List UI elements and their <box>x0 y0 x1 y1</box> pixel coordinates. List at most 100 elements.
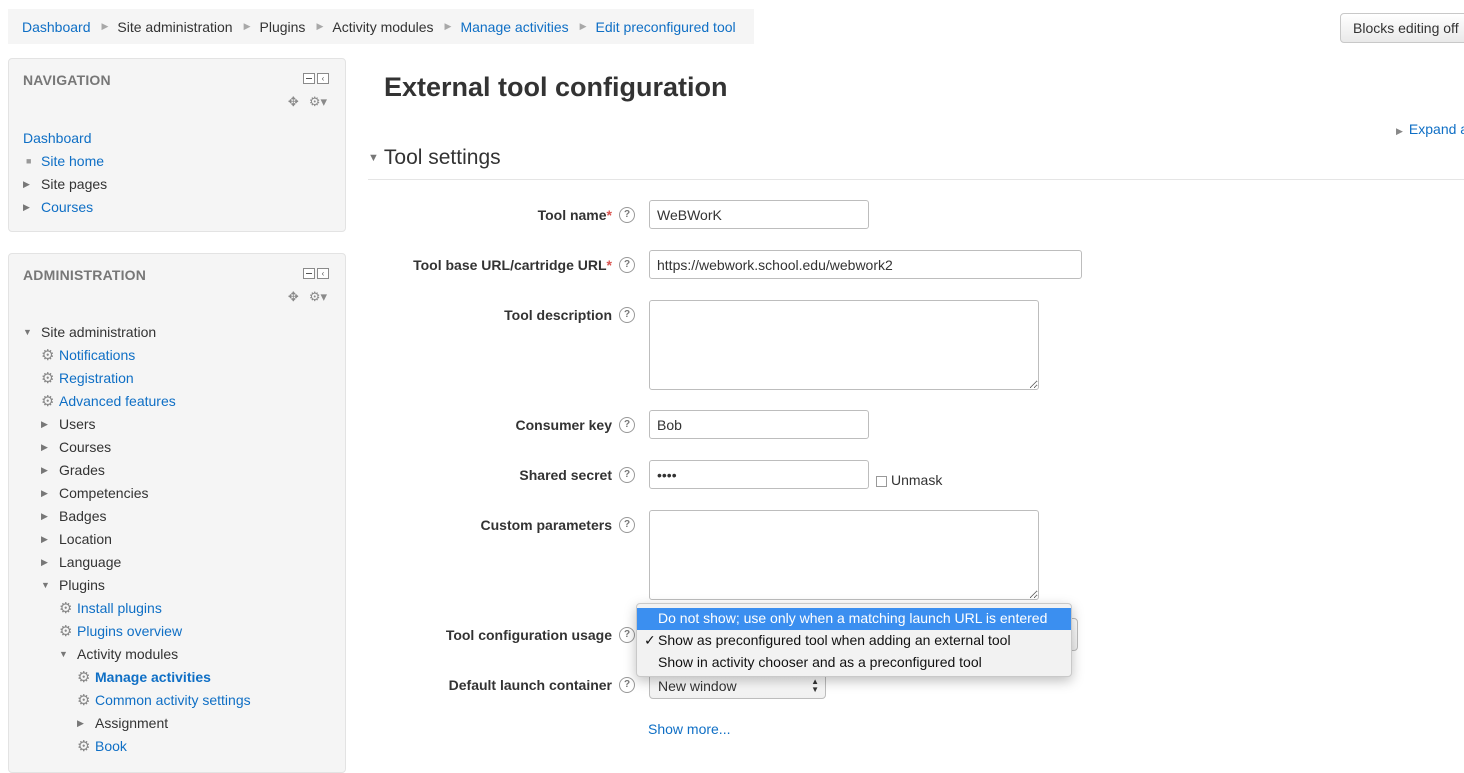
tool-usage-label: Tool configuration usage <box>445 627 612 643</box>
breadcrumb-dashboard[interactable]: Dashboard <box>22 19 91 35</box>
nav-site-pages-label[interactable]: Site pages <box>41 176 107 192</box>
collapse-arrow-icon: ▼ <box>41 580 50 590</box>
nav-courses-label[interactable]: Courses <box>41 199 93 215</box>
help-icon[interactable]: ? <box>619 307 635 323</box>
expand-all-link[interactable]: ▶ Expand a <box>1396 121 1464 137</box>
usage-option-do-not-show[interactable]: Do not show; use only when a matching la… <box>637 608 1071 630</box>
admin-location-label[interactable]: Location <box>59 531 112 547</box>
help-icon[interactable]: ? <box>619 627 635 643</box>
admin-plugins-label[interactable]: Plugins <box>59 577 105 593</box>
chevron-right-icon: ▶ <box>444 21 452 31</box>
help-icon[interactable]: ? <box>619 257 635 273</box>
dock-icon[interactable]: ‹ <box>317 73 329 84</box>
help-icon[interactable]: ? <box>619 417 635 433</box>
admin-book-label[interactable]: Book <box>95 738 127 754</box>
admin-assignment-label[interactable]: Assignment <box>95 715 168 731</box>
admin-notifications[interactable]: ⚙ Notifications <box>41 345 135 365</box>
help-icon[interactable]: ? <box>619 467 635 483</box>
unmask-toggle[interactable]: Unmask <box>876 472 942 488</box>
admin-manage-activities[interactable]: ⚙ Manage activities <box>77 667 211 687</box>
breadcrumb-manage-activities[interactable]: Manage activities <box>460 19 568 35</box>
tool-usage-dropdown[interactable]: Do not show; use only when a matching la… <box>636 603 1072 677</box>
admin-assignment[interactable]: ▶ Assignment <box>77 713 168 733</box>
admin-site-administration[interactable]: ▼ Site administration <box>23 322 156 342</box>
nav-dashboard[interactable]: Dashboard <box>23 128 92 148</box>
shared-secret-input[interactable] <box>649 460 869 489</box>
gear-icon[interactable]: ⚙▾ <box>309 94 327 110</box>
gear-icon[interactable]: ⚙▾ <box>309 289 327 305</box>
move-icon[interactable]: ✥ <box>288 289 299 305</box>
tool-description-textarea[interactable] <box>649 300 1039 390</box>
show-more-link[interactable]: Show more... <box>648 721 730 737</box>
admin-competencies[interactable]: ▶ Competencies <box>41 483 149 503</box>
admin-plugins-overview-label[interactable]: Plugins overview <box>77 623 182 639</box>
admin-install-plugins-label[interactable]: Install plugins <box>77 600 162 616</box>
block-controls: ‹ <box>303 268 329 279</box>
base-url-input[interactable] <box>649 250 1082 279</box>
admin-plugins[interactable]: ▼ Plugins <box>41 575 105 595</box>
breadcrumb-edit-tool[interactable]: Edit preconfigured tool <box>596 19 736 35</box>
expand-arrow-icon: ▶ <box>41 533 48 544</box>
nav-site-home[interactable]: ■ Site home <box>23 151 104 171</box>
tool-name-label: Tool name* <box>372 207 612 223</box>
admin-courses-label[interactable]: Courses <box>59 439 111 455</box>
usage-option-preconfigured[interactable]: ✓ Show as preconfigured tool when adding … <box>637 630 1071 652</box>
tool-settings-section-header[interactable]: ▼ Tool settings <box>368 146 501 170</box>
blocks-editing-button[interactable]: Blocks editing off <box>1340 13 1464 43</box>
usage-option-activity-chooser[interactable]: Show in activity chooser and as a precon… <box>637 652 1071 674</box>
admin-notifications-label[interactable]: Notifications <box>59 347 135 363</box>
admin-plugins-overview[interactable]: ⚙ Plugins overview <box>59 621 182 641</box>
admin-badges-label[interactable]: Badges <box>59 508 106 524</box>
expand-all-label[interactable]: Expand a <box>1409 121 1464 137</box>
help-icon[interactable]: ? <box>619 677 635 693</box>
admin-grades[interactable]: ▶ Grades <box>41 460 105 480</box>
nav-courses[interactable]: ▶ Courses <box>23 197 93 217</box>
admin-language[interactable]: ▶ Language <box>41 552 121 572</box>
admin-book[interactable]: ⚙ Book <box>77 736 127 756</box>
tool-name-input[interactable] <box>649 200 869 229</box>
admin-advanced-features[interactable]: ⚙ Advanced features <box>41 391 176 411</box>
custom-parameters-textarea[interactable] <box>649 510 1039 600</box>
help-icon[interactable]: ? <box>619 517 635 533</box>
move-icon[interactable]: ✥ <box>288 94 299 110</box>
nav-dashboard-label[interactable]: Dashboard <box>23 130 92 146</box>
admin-install-plugins[interactable]: ⚙ Install plugins <box>59 598 162 618</box>
tool-name-label-text: Tool name <box>537 207 607 223</box>
admin-common-activity-settings[interactable]: ⚙ Common activity settings <box>77 690 251 710</box>
collapse-icon[interactable] <box>303 268 315 279</box>
navigation-block: NAVIGATION ‹ ✥ ⚙▾ Dashboard ■ Site home … <box>8 58 346 232</box>
unmask-checkbox[interactable] <box>876 475 887 487</box>
admin-activity-modules-label[interactable]: Activity modules <box>77 646 178 662</box>
chevron-right-icon: ▶ <box>316 21 324 31</box>
help-icon[interactable]: ? <box>619 207 635 223</box>
admin-courses[interactable]: ▶ Courses <box>41 437 111 457</box>
admin-badges[interactable]: ▶ Badges <box>41 506 106 526</box>
base-url-label-text: Tool base URL/cartridge URL <box>413 257 607 273</box>
admin-users[interactable]: ▶ Users <box>41 414 96 434</box>
admin-location[interactable]: ▶ Location <box>41 529 112 549</box>
nav-site-pages[interactable]: ▶ Site pages <box>23 174 107 194</box>
admin-advanced-features-label[interactable]: Advanced features <box>59 393 176 409</box>
select-arrows-icon: ▲ ▼ <box>811 677 819 694</box>
admin-grades-label[interactable]: Grades <box>59 462 105 478</box>
breadcrumb-site-administration[interactable]: Site administration <box>117 19 232 35</box>
admin-competencies-label[interactable]: Competencies <box>59 485 149 501</box>
consumer-key-input[interactable] <box>649 410 869 439</box>
admin-manage-activities-label[interactable]: Manage activities <box>95 669 211 685</box>
tool-description-label: Tool description <box>504 307 612 323</box>
breadcrumb-plugins[interactable]: Plugins <box>260 19 306 35</box>
nav-site-home-label[interactable]: Site home <box>41 153 104 169</box>
admin-users-label[interactable]: Users <box>59 416 96 432</box>
dock-icon[interactable]: ‹ <box>317 268 329 279</box>
collapse-icon[interactable] <box>303 73 315 84</box>
required-marker: * <box>606 207 612 223</box>
breadcrumb-activity-modules[interactable]: Activity modules <box>332 19 433 35</box>
admin-registration[interactable]: ⚙ Registration <box>41 368 134 388</box>
admin-site-administration-label[interactable]: Site administration <box>41 324 156 340</box>
admin-common-activity-settings-label[interactable]: Common activity settings <box>95 692 251 708</box>
admin-language-label[interactable]: Language <box>59 554 121 570</box>
admin-activity-modules[interactable]: ▼ Activity modules <box>59 644 178 664</box>
launch-container-value: New window <box>658 678 737 694</box>
expand-arrow-icon: ▶ <box>77 717 84 728</box>
admin-registration-label[interactable]: Registration <box>59 370 134 386</box>
